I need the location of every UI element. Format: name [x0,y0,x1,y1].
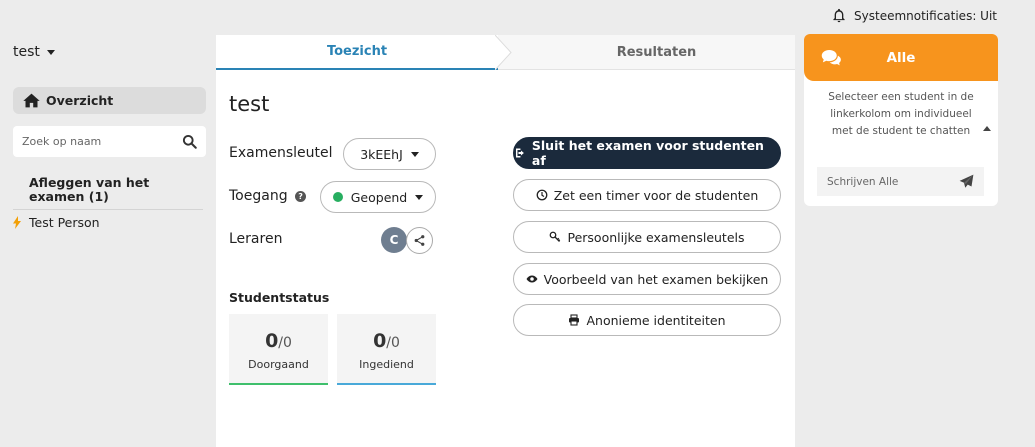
caret-down-icon [46,49,55,55]
search-icon[interactable] [182,134,197,149]
eye-icon [526,275,538,283]
stat-in-progress-label: Doorgaand [248,358,309,371]
chat-input-box [817,167,984,196]
personal-keys-label: Persoonlijke examensleutels [567,229,745,245]
page-title: test [229,92,270,116]
overview-label: Overzicht [46,93,114,108]
clock-icon [536,189,548,201]
stat-submitted-label: Ingediend [359,358,414,371]
access-label: Toegang [229,188,288,204]
exam-key-dropdown[interactable]: 3kEEhJ [343,138,436,170]
exam-selector-label: test [13,44,40,60]
sidebar: test Overzicht Afleggen van het examen (… [13,40,206,234]
share-icon [414,235,425,246]
tab-resultaten[interactable]: Resultaten [498,35,795,70]
set-timer-label: Zet een timer voor de studenten [553,187,759,203]
caret-up-icon[interactable] [983,126,991,131]
caret-down-icon [410,151,419,157]
exam-selector[interactable]: test [13,40,206,64]
comments-icon [821,50,841,66]
anonymous-identities-button[interactable]: Anonieme identiteiten [513,304,781,336]
student-list-item[interactable]: Test Person [13,210,206,234]
stat-submitted-value: 0 [373,330,387,352]
chat-header: Alle [804,34,998,81]
personal-keys-button[interactable]: Persoonlijke examensleutels [513,221,781,253]
chat-message-input[interactable] [827,175,947,188]
access-label-row: Toegang ? [229,188,307,204]
chat-info-text: Selecteer een student in de linkerkolom … [828,91,974,137]
student-name: Test Person [29,214,100,230]
stat-in-progress: 0/0 Doorgaand [229,314,328,385]
access-dropdown[interactable]: Geopend [320,181,436,213]
close-exam-button[interactable]: Sluit het examen voor studenten af [513,137,781,169]
overview-button[interactable]: Overzicht [13,87,206,114]
notifications-label: Systeemnotificaties: Uit [854,8,997,23]
tab-toezicht[interactable]: Toezicht [216,35,498,70]
stat-in-progress-total: /0 [278,335,292,351]
home-icon [23,93,40,108]
close-exam-label: Sluit het examen voor studenten af [531,138,764,168]
student-group-title: Afleggen van het examen (1) [29,175,150,204]
stat-submitted: 0/0 Ingediend [337,314,436,385]
send-icon[interactable] [959,174,974,189]
main-panel: Toezicht Resultaten test Examensleutel 3… [216,35,795,447]
print-icon [569,314,580,326]
stat-in-progress-value: 0 [265,330,279,352]
caret-down-icon [415,194,424,200]
search-input[interactable] [22,135,172,148]
sign-out-icon [515,148,524,158]
system-notifications-toggle[interactable]: Systeemnotificaties: Uit [831,7,997,24]
teacher-avatar[interactable]: C [381,227,407,253]
chat-panel: Alle Selecteer een student in de linkerk… [804,34,998,206]
tab-separator-chevron [495,35,512,70]
anonymous-identities-label: Anonieme identiteiten [586,312,726,328]
access-value: Geopend [350,189,408,205]
tab-bar: Toezicht Resultaten [216,35,795,70]
exam-key-label: Examensleutel [229,145,333,161]
exam-key-value: 3kEEhJ [360,146,403,162]
share-button[interactable] [406,227,433,254]
stat-submitted-total: /0 [386,335,400,351]
status-open-icon [332,192,343,202]
help-icon[interactable]: ? [295,191,307,202]
set-timer-button[interactable]: Zet een timer voor de studenten [513,179,781,211]
preview-exam-button[interactable]: Voorbeeld van het examen bekijken [513,263,781,295]
search-box [13,126,206,157]
teachers-label: Leraren [229,231,283,247]
bell-icon [833,8,845,23]
preview-exam-label: Voorbeeld van het examen bekijken [543,271,769,287]
key-icon [550,231,561,242]
lightning-icon [13,215,21,229]
student-status-title: Studentstatus [229,290,330,305]
